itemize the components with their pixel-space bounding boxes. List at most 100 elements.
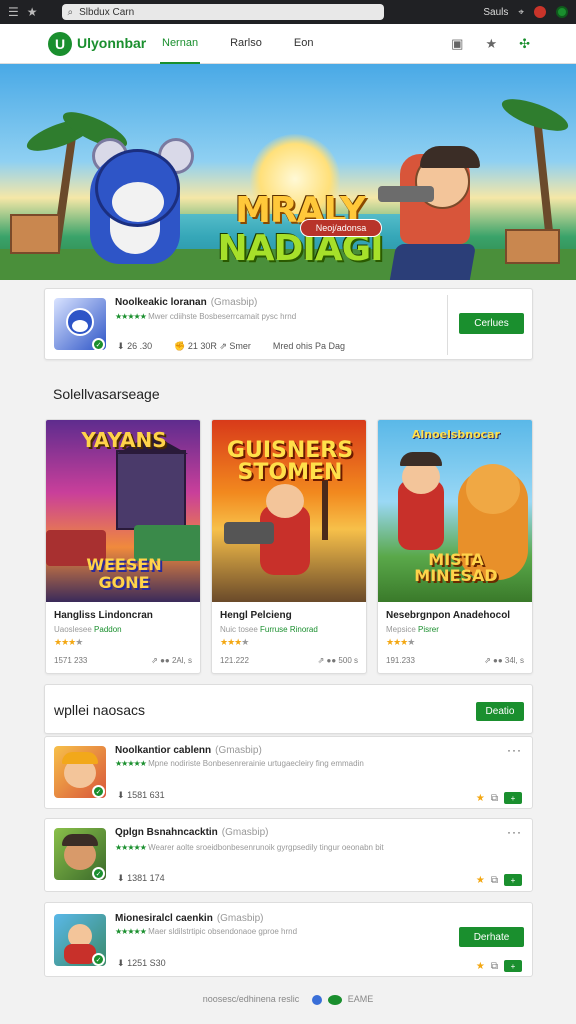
list-action-button[interactable]: Derhate [459, 927, 524, 947]
game-title[interactable]: Nesebrgnpon Anadehocol [386, 610, 510, 621]
nav-item-3[interactable]: Eon [292, 24, 316, 64]
download-icon: ⬇ [117, 873, 125, 883]
art-gun [224, 522, 274, 544]
main-nav: Nernan Rarlso Eon [160, 24, 343, 64]
game-footer: 121.222 ⇗ ●● 500 s [220, 656, 358, 665]
footer-badge[interactable]: EAME [348, 994, 374, 1004]
art-title: GUISNERS STOMEN [226, 438, 354, 485]
section-title-list: wpllei naosacs [54, 702, 146, 718]
list-rating: ★★★★★ Mpne nodiriste Bonbesenrerainie ur… [115, 759, 364, 768]
brand-mini-icon[interactable] [328, 994, 343, 1005]
list-app-title[interactable]: Noolkantior cablenn (Gmasbip) [115, 745, 262, 756]
brand-logo[interactable]: U [48, 32, 72, 56]
hero-tag-button[interactable]: Neoj/adonsa [300, 219, 382, 237]
more-options-icon[interactable]: ··· [507, 825, 522, 839]
house [10, 214, 60, 254]
art-tiger-head [466, 464, 520, 514]
list-app-title[interactable]: Mionesiralcl caenkin (Gmasbip) [115, 913, 264, 924]
grid-icon[interactable]: ✣ [519, 36, 530, 52]
library-icon[interactable]: ▣ [451, 36, 463, 52]
page-footer: noosesc/edhinena reslic EAME [0, 994, 576, 1005]
download-icon: ⬇ [117, 790, 125, 800]
game-art: YAYANS WEESEN GONE [46, 420, 200, 602]
wishlist-icon[interactable]: ★ [485, 36, 497, 52]
art-palm [322, 480, 328, 540]
extension-icon[interactable] [534, 6, 546, 18]
brand-name[interactable]: Ulyonnbar [77, 35, 146, 51]
art-subtitle: WEESEN GONE [86, 555, 162, 592]
section-action-button[interactable]: Deatio [476, 702, 524, 721]
game-art: GUISNERS STOMEN [212, 420, 366, 602]
game-meta: Mepsice Pisrer [386, 625, 439, 634]
section-title-featured: Solellvasarseage [53, 386, 160, 402]
game-rating-stars: ★★★★ [386, 637, 415, 647]
game-footer: 1571 233 ⇗ ●● 2Al, s [54, 656, 192, 665]
game-art: Alnoelsbnocar MISTA MINESAD [378, 420, 532, 602]
row-actions: ★ ⧉ + [476, 874, 522, 886]
section-header-card: wpllei naosacs Deatio [44, 684, 533, 734]
art-hero-head [266, 484, 304, 518]
star-icon[interactable]: ★ [27, 5, 38, 19]
rating-stars: ★★★★★ [115, 312, 147, 321]
list-stats: ⬇ 1581 631 [117, 790, 165, 800]
menu-icon[interactable]: ☰ [8, 5, 19, 19]
game-rating-stars: ★★★★ [54, 637, 83, 647]
art-house [116, 450, 186, 530]
verified-badge-icon: ✓ [92, 953, 105, 966]
game-meta: Nuic tosee Furruse Rinorad [220, 625, 318, 634]
nav-item-home[interactable]: Nernan [160, 24, 201, 64]
hero-gun [378, 186, 434, 202]
game-tile[interactable]: GUISNERS STOMEN Hengl Pelcieng Nuic tose… [211, 419, 367, 674]
house [505, 229, 560, 264]
list-stats: ⬇ 1251 S30 [117, 958, 166, 968]
list-item[interactable]: ✓ Noolkantior cablenn (Gmasbip) ★★★★★ Mpn… [44, 736, 533, 809]
game-tile[interactable]: YAYANS WEESEN GONE Hangliss Lindoncran U… [45, 419, 201, 674]
featured-app-card[interactable]: ✓ Noolkeakic loranan (Gmasbip) ★★★★★ Mwer… [44, 288, 533, 360]
address-bar[interactable]: ⌕ Slbdux Carn [61, 4, 384, 20]
location-icon[interactable]: ⌖ [518, 7, 524, 18]
footer-text[interactable]: noosesc/edhinena reslic [203, 994, 300, 1004]
download-icon: ⬇ [117, 958, 125, 968]
list-item[interactable]: ✓ Qplgn Bsnahncacktin (Gmasbip) ★★★★★ Wea… [44, 818, 533, 892]
favorite-icon[interactable]: ★ [476, 875, 485, 886]
site-header: U Ulyonnbar Nernan Rarlso Eon ▣ ★ ✣ [0, 24, 576, 64]
social-icon[interactable] [311, 994, 322, 1005]
game-title[interactable]: Hangliss Lindoncran [54, 610, 153, 621]
verified-badge-icon: ✓ [92, 867, 105, 880]
install-icon[interactable]: + [504, 874, 522, 886]
game-tile[interactable]: Alnoelsbnocar MISTA MINESAD Nesebrgnpon … [377, 419, 533, 674]
browser-label: Sauls [483, 6, 509, 18]
row-actions: ★ ⧉ + [476, 960, 522, 972]
verified-badge-icon: ✓ [92, 338, 105, 351]
favorite-icon[interactable]: ★ [476, 793, 485, 804]
hero-boy-hat [420, 146, 480, 168]
art-hero-hat [400, 452, 442, 466]
nav-item-2[interactable]: Rarlso [228, 24, 264, 64]
art-title: Alnoelsbnocar [411, 428, 501, 441]
url-text: Slbdux Carn [79, 6, 135, 18]
featured-stats: ⬇ 26 .30 ✊ 21 30R ⇗ Smer Mred ohis Pa Da… [117, 341, 345, 351]
share-icon[interactable]: ⧉ [491, 793, 498, 804]
favorite-icon[interactable]: ★ [476, 961, 485, 972]
profile-icon[interactable] [556, 6, 568, 18]
more-options-icon[interactable]: ··· [507, 743, 522, 757]
list-app-title[interactable]: Qplgn Bsnahncacktin (Gmasbip) [115, 827, 268, 838]
featured-action-button[interactable]: Cerlues [459, 313, 524, 334]
game-title[interactable]: Hengl Pelcieng [220, 610, 292, 621]
row-actions: ★ ⧉ + [476, 792, 522, 804]
install-icon[interactable]: + [504, 792, 522, 804]
share-icon[interactable]: ⧉ [491, 961, 498, 972]
divider [447, 295, 448, 355]
list-rating: ★★★★★ Maer sldilstrtipic obsendonaoe gpr… [115, 927, 298, 936]
featured-rating: ★★★★★ Mwer cdiihste Bosbeserrcamait pysc… [115, 312, 297, 321]
hero-boy-legs [383, 244, 477, 280]
hero-banner[interactable]: MRALY NADIAGI [0, 64, 576, 280]
like-icon: ✊ [174, 341, 186, 351]
share-icon[interactable]: ⧉ [491, 875, 498, 886]
list-item[interactable]: ✓ Mionesiralcl caenkin (Gmasbip) ★★★★★ Ma… [44, 902, 533, 977]
install-icon[interactable]: + [504, 960, 522, 972]
game-rating-stars: ★★★★ [220, 637, 249, 647]
search-icon: ⌕ [67, 6, 74, 18]
browser-bar: ☰ ★ ⌕ Slbdux Carn Sauls ⌖ [0, 0, 576, 24]
featured-app-title[interactable]: Noolkeakic loranan (Gmasbip) [115, 297, 257, 308]
